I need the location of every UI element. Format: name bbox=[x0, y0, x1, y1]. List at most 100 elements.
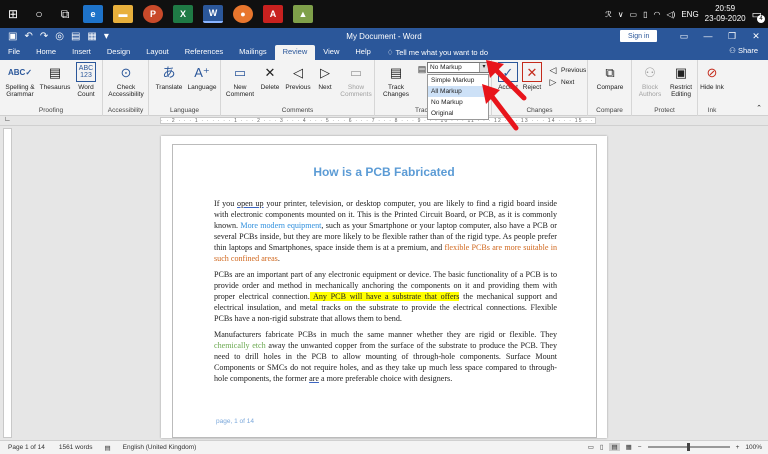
reject-button[interactable]: ✕ Reject bbox=[520, 62, 544, 91]
paragraph-3[interactable]: Manufacturers fabricate PCBs in much the… bbox=[214, 329, 557, 384]
language-button[interactable]: A⁺ Language bbox=[185, 62, 219, 92]
photos-app-icon[interactable]: ▲ bbox=[293, 5, 313, 23]
tab-references[interactable]: References bbox=[177, 45, 231, 60]
word-count-status[interactable]: 1561 words bbox=[59, 444, 93, 451]
check-accessibility-label: Check Accessibility bbox=[108, 84, 144, 98]
translate-button[interactable]: あ Translate bbox=[152, 62, 186, 92]
next-comment-button[interactable]: ▷ Next bbox=[313, 62, 337, 92]
zoom-out-icon[interactable]: − bbox=[638, 444, 642, 451]
tab-layout[interactable]: Layout bbox=[138, 45, 177, 60]
new-doc-icon[interactable]: ▤ bbox=[71, 31, 80, 42]
focus-icon[interactable]: ▭ bbox=[588, 443, 594, 451]
page-count[interactable]: Page 1 of 14 bbox=[8, 444, 45, 451]
volume-icon[interactable]: ◁) bbox=[667, 10, 676, 19]
restrict-editing-button[interactable]: ▣ Restrict Editing bbox=[665, 62, 697, 99]
window-controls: ▭ — ❐ ✕ bbox=[672, 28, 768, 44]
minimize-button[interactable]: — bbox=[696, 28, 720, 44]
previous-change-button[interactable]: ◁ Previous bbox=[547, 64, 587, 76]
redo-icon[interactable]: ↷ bbox=[40, 31, 48, 42]
option-simple-markup[interactable]: Simple Markup bbox=[428, 75, 488, 86]
tab-file[interactable]: File bbox=[0, 45, 28, 60]
check-accessibility-button[interactable]: ⊙ Check Accessibility bbox=[105, 62, 147, 99]
compare-button[interactable]: ⧉ Compare bbox=[592, 62, 628, 92]
read-mode-icon[interactable]: ▯ bbox=[600, 443, 604, 451]
windows-start-icon[interactable]: ⊞ bbox=[0, 0, 26, 28]
accept-button[interactable]: ✓ Accept bbox=[496, 62, 520, 91]
tab-selector-icon[interactable]: ∟ bbox=[4, 116, 11, 123]
option-no-markup[interactable]: No Markup bbox=[428, 97, 488, 108]
undo-icon[interactable]: ↶ bbox=[24, 31, 32, 42]
zoom-level[interactable]: 100% bbox=[745, 444, 762, 451]
track-changes-button[interactable]: ▤ Track Changes bbox=[379, 62, 413, 99]
share-button[interactable]: ⚇ Share bbox=[729, 46, 758, 55]
previous-comment-button[interactable]: ◁ Previous bbox=[283, 62, 313, 92]
tab-help[interactable]: Help bbox=[347, 45, 378, 60]
spelling-grammar-button[interactable]: ABC✓ Spelling & Grammar bbox=[3, 62, 37, 98]
system-tray: ℛ ∨ ▭ ▯ ◠ ◁) ENG 20:59 23-09-2020 ▭ 4 bbox=[605, 0, 768, 28]
option-all-markup[interactable]: All Markup bbox=[428, 86, 488, 97]
tab-insert[interactable]: Insert bbox=[64, 45, 99, 60]
word-app-icon[interactable]: W bbox=[203, 5, 223, 23]
notification-icon[interactable]: ▭ 4 bbox=[752, 8, 765, 23]
powerpoint-app-icon[interactable]: P bbox=[143, 5, 163, 23]
wifi-icon[interactable]: ◠ bbox=[654, 10, 661, 19]
windows-taskbar: ⊞ ○ ⧉ e ▬ P X W ● A ▲ ℛ ∨ ▭ ▯ ◠ ◁) ENG 2… bbox=[0, 0, 768, 28]
print-layout-icon[interactable]: ▤ bbox=[609, 443, 620, 451]
touch-mode-icon[interactable]: ◎ bbox=[55, 31, 64, 42]
hide-ink-button[interactable]: ⊘ Hide Ink bbox=[700, 62, 724, 92]
zoom-in-icon[interactable]: + bbox=[736, 444, 740, 451]
language-status[interactable]: English (United Kingdom) bbox=[123, 444, 197, 451]
tell-me-search[interactable]: ♢ Tell me what you want to do bbox=[387, 46, 488, 60]
collapse-ribbon-icon[interactable]: ⌃ bbox=[756, 104, 762, 112]
battery-icon[interactable]: ▯ bbox=[643, 10, 647, 19]
option-original[interactable]: Original bbox=[428, 108, 488, 119]
network-icon[interactable]: ▭ bbox=[630, 10, 638, 19]
document-heading[interactable]: How is a PCB Fabricated bbox=[170, 165, 598, 179]
tab-home[interactable]: Home bbox=[28, 45, 64, 60]
search-circle-icon[interactable]: ○ bbox=[26, 0, 52, 28]
paragraph-2[interactable]: PCBs are an important part of any electr… bbox=[214, 269, 557, 324]
people-icon[interactable]: ℛ bbox=[605, 10, 611, 19]
word-count-button[interactable]: ABC 123 Word Count bbox=[72, 62, 100, 98]
zoom-slider-thumb[interactable] bbox=[686, 443, 690, 451]
previous-change-icon: ◁ bbox=[549, 64, 557, 75]
excel-app-icon[interactable]: X bbox=[173, 5, 193, 23]
tab-view[interactable]: View bbox=[315, 45, 347, 60]
next-change-button[interactable]: ▷ Next bbox=[547, 76, 575, 88]
show-comments-button[interactable]: ▭ Show Comments bbox=[338, 62, 374, 99]
vertical-ruler[interactable] bbox=[3, 128, 12, 438]
firefox-app-icon[interactable]: ● bbox=[233, 5, 253, 23]
reject-icon: ✕ bbox=[522, 62, 542, 82]
delete-comment-button[interactable]: ✕ Delete bbox=[257, 62, 283, 92]
clock-time: 20:59 bbox=[715, 4, 736, 13]
thesaurus-button[interactable]: ▤ Thesaurus bbox=[38, 62, 72, 92]
acrobat-app-icon[interactable]: A bbox=[263, 5, 283, 23]
clock[interactable]: 20:59 23-09-2020 bbox=[705, 4, 746, 24]
horizontal-ruler[interactable]: ∟ · · 2 · · · 1 · · · · · · 1 · · · 2 · … bbox=[0, 116, 768, 126]
zoom-slider[interactable] bbox=[647, 443, 730, 451]
proofing-status-icon[interactable]: ▤ bbox=[104, 444, 110, 452]
paragraph-1[interactable]: If you open up your printer, television,… bbox=[214, 198, 557, 264]
chevron-down-icon[interactable]: ▾ bbox=[479, 63, 488, 72]
close-button[interactable]: ✕ bbox=[744, 28, 768, 44]
document-body[interactable]: If you open up your printer, television,… bbox=[214, 198, 557, 389]
display-for-review-dropdown[interactable]: No Markup ▾ bbox=[427, 62, 489, 73]
edge-app-icon[interactable]: e bbox=[83, 5, 103, 23]
sign-in-button[interactable]: Sign in bbox=[620, 30, 658, 42]
customize-qat-icon[interactable]: ▾ bbox=[104, 31, 109, 42]
block-authors-icon: ⚇ bbox=[644, 64, 656, 80]
file-explorer-icon[interactable]: ▬ bbox=[113, 5, 133, 23]
block-authors-button[interactable]: ⚇ Block Authors bbox=[634, 62, 666, 99]
language-indicator[interactable]: ENG bbox=[681, 10, 698, 19]
tab-review[interactable]: Review bbox=[274, 45, 316, 60]
new-comment-button[interactable]: ▭ New Comment bbox=[224, 62, 256, 99]
chevron-up-icon[interactable]: ∨ bbox=[618, 10, 624, 19]
task-view-icon[interactable]: ⧉ bbox=[52, 0, 78, 28]
print-preview-icon[interactable]: ▦ bbox=[87, 31, 96, 42]
ribbon-display-icon[interactable]: ▭ bbox=[672, 28, 696, 44]
save-icon[interactable]: ▣ bbox=[8, 31, 17, 42]
tab-design[interactable]: Design bbox=[99, 45, 138, 60]
web-layout-icon[interactable]: ▦ bbox=[626, 443, 632, 451]
tab-mailings[interactable]: Mailings bbox=[231, 45, 275, 60]
restore-button[interactable]: ❐ bbox=[720, 28, 744, 44]
